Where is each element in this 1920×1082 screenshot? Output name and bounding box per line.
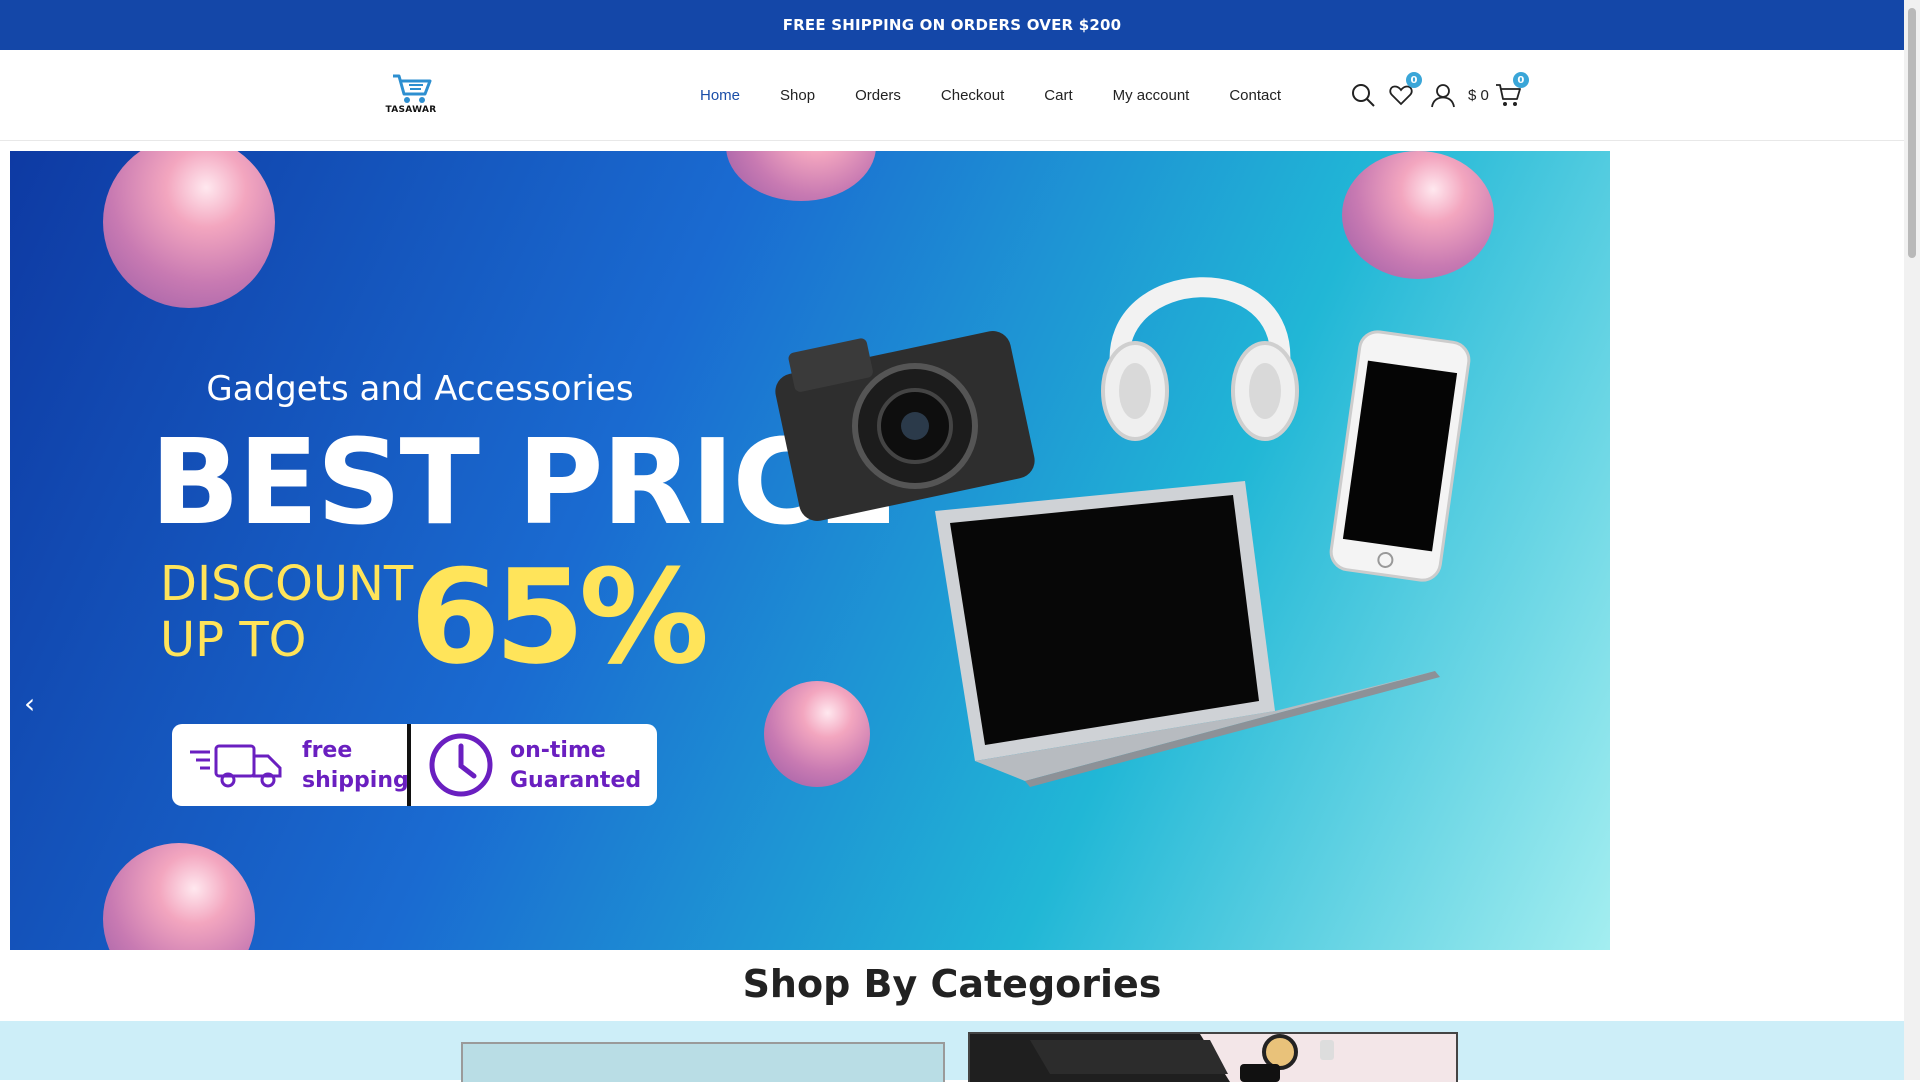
decorative-ball: [103, 151, 275, 308]
user-icon: [1431, 84, 1455, 108]
free-shipping-text: free shipping: [302, 736, 409, 796]
hero-badges: free shipping on-time Guaranted: [172, 724, 657, 806]
laptop-illustration: [935, 481, 1440, 787]
scrollbar-thumb[interactable]: [1908, 8, 1916, 258]
header-icons: 0 $ 0 0: [1350, 50, 1533, 140]
categories-strip: [0, 1021, 1904, 1080]
search-icon: [1352, 84, 1375, 107]
discount-label: DISCOUNT UP TO: [160, 556, 413, 668]
decorative-ball: [103, 843, 255, 950]
search-button[interactable]: [1350, 82, 1376, 108]
nav-cart[interactable]: Cart: [1044, 87, 1072, 104]
nav-my-account[interactable]: My account: [1113, 87, 1190, 104]
logo-text: TASAWAR: [385, 105, 437, 115]
on-time-line2: Guaranted: [510, 768, 642, 793]
truck-icon: [190, 744, 282, 788]
on-time-line1: on-time: [510, 738, 606, 763]
hero-subtitle: Gadgets and Accessories: [206, 369, 634, 409]
category-image-laptop-desk: [970, 1034, 1456, 1082]
category-card[interactable]: [968, 1032, 1458, 1082]
account-button[interactable]: [1430, 82, 1456, 108]
nav-home[interactable]: Home: [700, 87, 740, 104]
discount-value: 65%: [410, 541, 709, 693]
discount-label-line2: UP TO: [160, 612, 307, 668]
section-title: Shop By Categories: [742, 962, 1162, 1006]
site-header: TASAWAR Home Shop Orders Checkout Cart M…: [0, 50, 1904, 141]
slider-prev-arrow[interactable]: ‹: [24, 687, 35, 720]
announcement-bar: FREE SHIPPING ON ORDERS OVER $200: [0, 0, 1904, 50]
announcement-text: FREE SHIPPING ON ORDERS OVER $200: [782, 16, 1122, 34]
clock-icon: [429, 733, 493, 797]
cart-count-badge: 0: [1512, 72, 1529, 88]
category-card[interactable]: [461, 1042, 945, 1082]
badge-divider: [407, 724, 411, 806]
wishlist-button[interactable]: 0: [1388, 72, 1422, 108]
decorative-ball: [764, 681, 870, 787]
nav-shop[interactable]: Shop: [780, 87, 815, 104]
decorative-ball: [726, 151, 876, 201]
page-scrollbar[interactable]: [1904, 0, 1920, 1080]
nav-orders[interactable]: Orders: [855, 87, 901, 104]
free-shipping-line2: shipping: [302, 768, 409, 793]
free-shipping-line1: free: [302, 738, 353, 763]
main-nav: Home Shop Orders Checkout Cart My accoun…: [700, 50, 1321, 140]
decorative-ball: [1342, 151, 1494, 279]
cart-total[interactable]: $ 0: [1468, 87, 1489, 104]
discount-label-line1: DISCOUNT: [160, 556, 414, 612]
cart-button[interactable]: 0: [1495, 72, 1529, 108]
logo[interactable]: TASAWAR: [385, 70, 437, 118]
nav-checkout[interactable]: Checkout: [941, 87, 1004, 104]
nav-contact[interactable]: Contact: [1229, 87, 1281, 104]
hero-slider[interactable]: Gadgets and Accessories BEST PRICE DISCO…: [10, 151, 1610, 950]
cart-logo-icon: [393, 74, 432, 103]
headphones-illustration: [1101, 277, 1299, 441]
wishlist-count-badge: 0: [1406, 72, 1422, 88]
on-time-text: on-time Guaranted: [510, 736, 641, 796]
